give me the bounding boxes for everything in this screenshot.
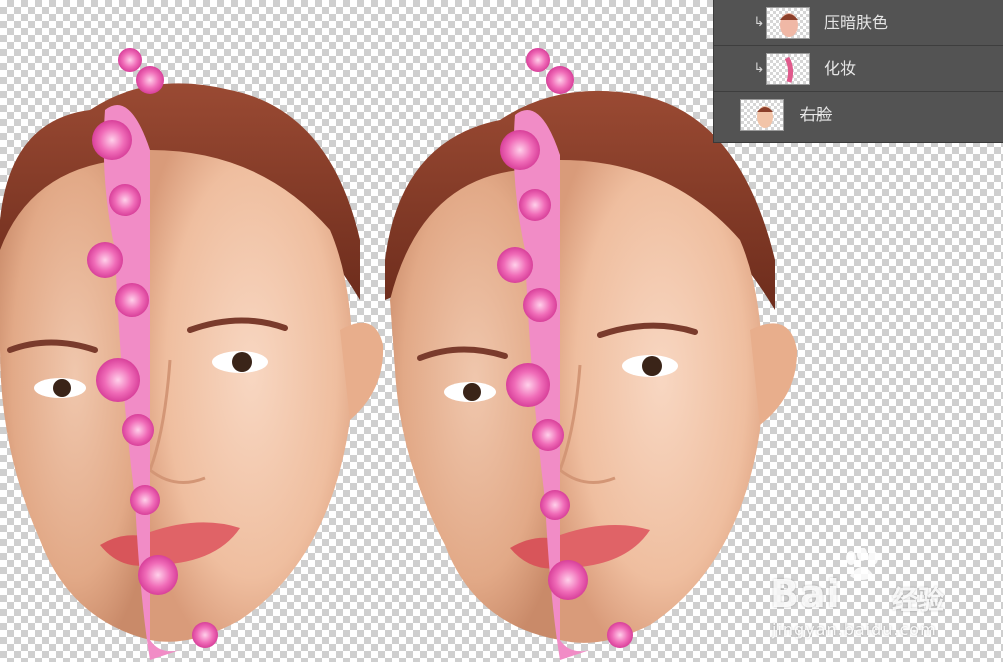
left-face-artwork — [0, 83, 384, 660]
layer-name[interactable]: 化妆 — [824, 58, 856, 80]
clip-arrow-icon: ↳ — [753, 61, 765, 76]
baidu-paw-icon — [846, 548, 878, 580]
clip-arrow-icon: ↳ — [753, 15, 765, 30]
layer-thumbnail-icon[interactable] — [766, 7, 810, 39]
watermark-brand-suffix: 经验 — [892, 586, 945, 616]
baidu-watermark: Bai 经验 jingyan.baidu.com — [770, 548, 990, 648]
watermark-brand: Bai — [770, 572, 841, 616]
layer-thumbnail-icon[interactable] — [766, 53, 810, 85]
right-face-artwork — [385, 90, 798, 660]
layer-name[interactable]: 右脸 — [800, 104, 832, 126]
layer-thumbnail-icon[interactable] — [740, 99, 784, 131]
layer-row-makeup[interactable]: ↳ 化妆 — [714, 46, 1003, 92]
layer-row-darken-skin[interactable]: ↳ 压暗肤色 — [714, 0, 1003, 46]
watermark-url: jingyan.baidu.com — [772, 620, 937, 639]
layer-row-right-face[interactable]: 右脸 — [714, 92, 1003, 138]
layers-panel: ↳ 压暗肤色 ↳ 化妆 右脸 — [713, 0, 1003, 143]
layer-name[interactable]: 压暗肤色 — [824, 12, 888, 34]
